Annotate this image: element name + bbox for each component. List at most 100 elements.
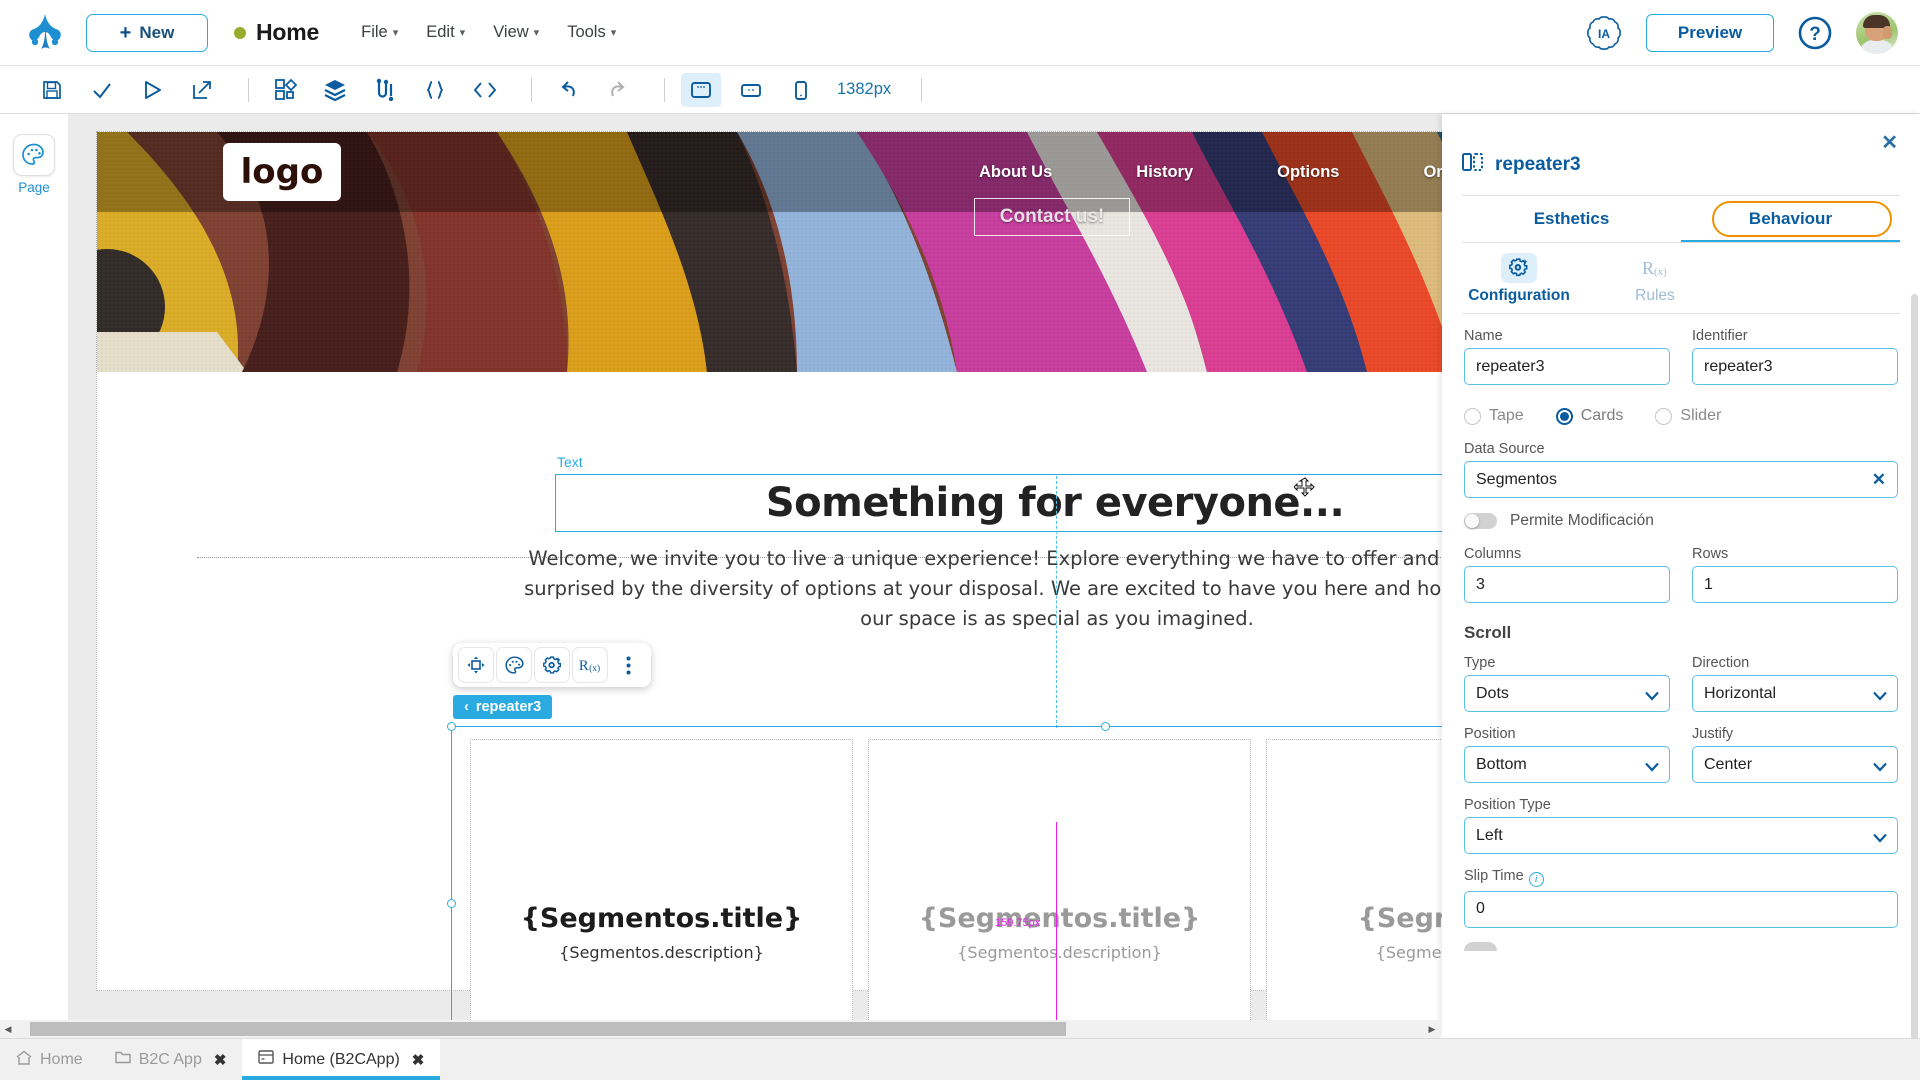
- name-input[interactable]: [1464, 348, 1670, 385]
- name-label: Name: [1464, 328, 1503, 344]
- ia-assistant-icon[interactable]: IA: [1586, 15, 1622, 51]
- tab-esthetics[interactable]: Esthetics: [1462, 196, 1681, 242]
- radio-circle-icon: [1655, 407, 1673, 425]
- menu-view[interactable]: View ▾: [493, 23, 539, 42]
- scroll-left-arrow-icon[interactable]: ◀: [0, 1024, 16, 1035]
- more-icon[interactable]: [610, 647, 646, 683]
- palette-icon[interactable]: [496, 647, 532, 683]
- scroll-thumb[interactable]: [30, 1022, 1066, 1036]
- close-icon[interactable]: ✖: [412, 1051, 425, 1069]
- menu-file[interactable]: File ▾: [361, 23, 398, 42]
- rail-item-page[interactable]: Page: [0, 134, 68, 195]
- data-source-input-wrap: ✕: [1464, 461, 1898, 498]
- position-type-select[interactable]: Left: [1464, 817, 1898, 854]
- resize-handle-tl[interactable]: [447, 722, 456, 731]
- columns-rows-row: Columns Rows: [1464, 546, 1898, 617]
- resize-handle-l[interactable]: [447, 899, 456, 908]
- slip-time-text: Slip Time: [1464, 868, 1524, 884]
- components-icon[interactable]: [265, 73, 305, 107]
- configuration-form: Name Identifier Tape Cards Slider: [1442, 314, 1920, 951]
- rules-icon[interactable]: R (x): [572, 647, 608, 683]
- mobile-viewport-icon[interactable]: [781, 73, 821, 107]
- undo-icon[interactable]: [548, 73, 588, 107]
- rail-item-page-label: Page: [18, 180, 50, 195]
- panel-sub-tabs: Configuration R (x) Rules: [1442, 243, 1920, 305]
- help-icon[interactable]: ?: [1798, 16, 1832, 50]
- menu-view-label: View: [493, 23, 529, 41]
- repeater-card[interactable]: {Segmentos.title} {Segmentos.description…: [868, 739, 1251, 1038]
- move-icon[interactable]: [458, 647, 494, 683]
- rows-field-group: Rows: [1692, 546, 1898, 603]
- chevron-down-icon: ▾: [459, 27, 466, 39]
- body-paragraph[interactable]: Welcome, we invite you to live a unique …: [517, 544, 1597, 634]
- radio-circle-icon: [1555, 407, 1573, 425]
- position-select[interactable]: Bottom: [1464, 746, 1670, 783]
- toolbar-divider: [248, 77, 249, 102]
- panel-header: repeater3: [1442, 114, 1920, 177]
- avatar-body: [1860, 39, 1894, 54]
- run-icon[interactable]: [132, 73, 172, 107]
- data-source-input[interactable]: [1464, 461, 1898, 498]
- bottom-tab-home-b2capp[interactable]: Home (B2CApp) ✖: [242, 1039, 441, 1080]
- bottom-tab-home[interactable]: Home: [0, 1039, 99, 1080]
- data-icon[interactable]: [365, 73, 405, 107]
- close-icon[interactable]: ✖: [214, 1051, 227, 1069]
- app-logo-icon[interactable]: [22, 11, 68, 55]
- tab-behaviour[interactable]: Behaviour: [1681, 196, 1900, 242]
- publish-icon[interactable]: [182, 73, 222, 107]
- resize-handle-t[interactable]: [1101, 722, 1110, 731]
- headline-text-box[interactable]: Something for everyone...: [555, 474, 1555, 532]
- bottom-tab-b2c-app[interactable]: B2C App ✖: [99, 1039, 243, 1080]
- desktop-viewport-icon[interactable]: [681, 72, 721, 107]
- viewport-width-label[interactable]: 1382px: [837, 80, 891, 99]
- nav-link-about-us[interactable]: About Us: [979, 163, 1052, 182]
- new-button[interactable]: + New: [86, 13, 208, 52]
- nav-link-history[interactable]: History: [1136, 163, 1193, 182]
- nav-link-options[interactable]: Options: [1277, 163, 1339, 182]
- braces-icon[interactable]: [415, 73, 455, 107]
- tablet-viewport-icon[interactable]: [731, 73, 771, 107]
- check-icon[interactable]: [82, 73, 122, 107]
- menu-file-label: File: [361, 23, 388, 41]
- clear-icon[interactable]: ✕: [1872, 470, 1886, 490]
- direction-select[interactable]: Horizontal: [1692, 675, 1898, 712]
- menu-tools[interactable]: Tools ▾: [567, 23, 616, 42]
- save-icon[interactable]: [32, 73, 72, 107]
- scroll-right-arrow-icon[interactable]: ▶: [1424, 1024, 1440, 1035]
- canvas-horizontal-scrollbar[interactable]: ◀ ▶: [0, 1020, 1440, 1038]
- slip-time-input[interactable]: [1464, 890, 1898, 928]
- repeater-icon: [1462, 152, 1484, 177]
- panel-scrollbar[interactable]: [1911, 294, 1918, 1038]
- settings-icon[interactable]: [534, 647, 570, 683]
- justify-select[interactable]: Center: [1692, 746, 1898, 783]
- identifier-input[interactable]: [1692, 348, 1898, 385]
- vertical-alignment-guide: [1056, 476, 1057, 728]
- code-icon[interactable]: [465, 73, 505, 107]
- chevron-down-icon: ▾: [533, 27, 540, 39]
- preview-button[interactable]: Preview: [1646, 13, 1774, 52]
- contact-us-button[interactable]: Contact us!: [974, 198, 1130, 236]
- radio-tape-label: Tape: [1489, 407, 1524, 424]
- next-toggle-partial[interactable]: [1464, 941, 1497, 951]
- scroll-track[interactable]: [16, 1022, 1424, 1036]
- data-source-label: Data Source: [1464, 441, 1545, 457]
- sub-tab-configuration[interactable]: Configuration: [1468, 253, 1570, 305]
- permit-modification-toggle[interactable]: [1464, 513, 1497, 529]
- rows-input[interactable]: [1692, 566, 1898, 603]
- type-select[interactable]: Dots: [1464, 675, 1670, 712]
- close-icon[interactable]: ✕: [1881, 130, 1898, 155]
- site-logo[interactable]: logo: [223, 143, 341, 201]
- redo-icon[interactable]: [598, 73, 638, 107]
- radio-tape[interactable]: Tape: [1464, 407, 1524, 425]
- sub-tab-rules[interactable]: R (x) Rules: [1618, 253, 1692, 305]
- columns-input[interactable]: [1464, 566, 1670, 603]
- info-icon[interactable]: i: [1528, 871, 1544, 887]
- radio-slider[interactable]: Slider: [1655, 407, 1721, 425]
- menu-edit[interactable]: Edit ▾: [426, 23, 465, 42]
- layers-icon[interactable]: [315, 73, 355, 107]
- toolbar-divider: [531, 77, 532, 102]
- radio-cards[interactable]: Cards: [1555, 407, 1623, 425]
- repeater-card[interactable]: {Segmentos.title} {Segmentos.description…: [470, 739, 853, 1038]
- user-avatar[interactable]: [1856, 11, 1898, 54]
- selection-breadcrumb[interactable]: ‹ repeater3: [453, 695, 553, 719]
